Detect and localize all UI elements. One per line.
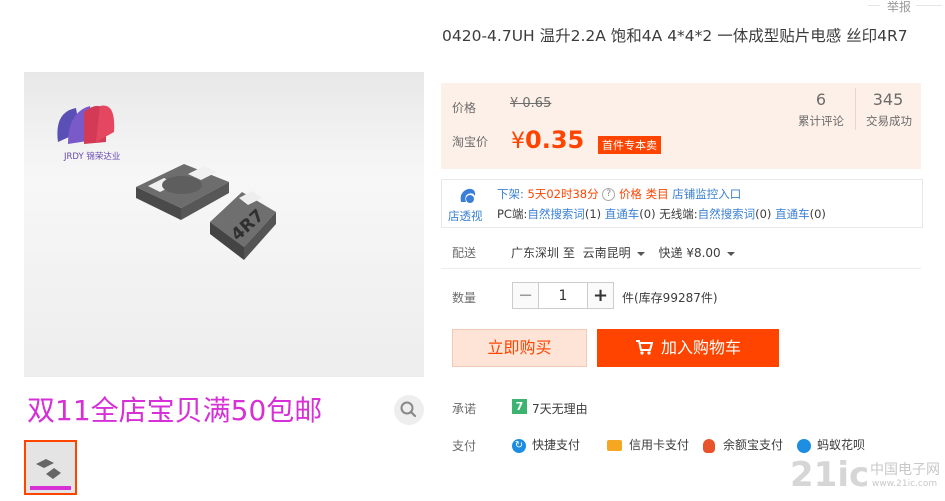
promise-label: 承诺 — [452, 402, 477, 416]
delist-time: 5天02时38分 — [527, 187, 599, 201]
watermark-logo: 21ic — [790, 455, 870, 495]
payment-credit-card[interactable]: 信用卡支付 — [607, 436, 689, 453]
taobao-price-label: 淘宝价 — [452, 135, 489, 149]
quick-pay-label: 快捷支付 — [532, 438, 581, 452]
quantity-input[interactable]: 1 — [539, 282, 587, 309]
insight-line-2: PC端:自然搜索词(1) 直通车(0) 无线端:自然搜索词(0) 直通车(0) — [497, 206, 826, 222]
inductor-left — [136, 164, 229, 220]
cart-icon — [635, 340, 654, 355]
pc-direct-link[interactable]: 直通车 — [605, 207, 640, 221]
watermark-url: www.21ic.com — [872, 479, 938, 489]
squirrel-icon — [460, 188, 476, 203]
promo-banner: 双11全店宝贝满50包邮 — [27, 394, 323, 427]
quick-pay-icon: ↻ — [512, 438, 526, 453]
review-count-label: 累计评论 — [798, 114, 844, 128]
zoom-button[interactable] — [394, 395, 424, 425]
wireless-natural-count: (0) — [755, 207, 772, 221]
wireless-label: 无线端: — [659, 207, 698, 221]
seven-day-return[interactable]: 7天无理由 — [532, 400, 588, 417]
ship-destination[interactable]: 云南昆明 — [583, 246, 645, 260]
quantity-decrease-button[interactable]: − — [512, 282, 539, 309]
section-divider — [441, 268, 921, 269]
quantity-label: 数量 — [452, 291, 477, 305]
shop-insight-label[interactable]: 店透视 — [448, 208, 483, 224]
quantity-increase-button[interactable]: + — [587, 282, 614, 309]
wireless-direct-count: (0) — [809, 207, 826, 221]
pc-direct-count: (0) — [639, 207, 656, 221]
review-count[interactable]: 6 — [808, 90, 834, 109]
shipping-method-text: 快递 ¥8.00 — [658, 246, 721, 260]
promo-price: ¥0.35 — [511, 126, 584, 154]
delivery-label: 配送 — [452, 246, 477, 260]
product-title: 0420-4.7UH 温升2.2A 饱和4A 4*4*2 一体成型贴片电感 丝印… — [442, 27, 908, 45]
pc-natural-search-link[interactable]: 自然搜索词 — [527, 207, 585, 221]
add-to-cart-label: 加入购物车 — [660, 338, 741, 357]
insight-category-link[interactable]: 类目 — [646, 187, 669, 201]
yuebao-label: 余额宝支付 — [723, 438, 784, 452]
sales-count[interactable]: 345 — [866, 90, 910, 109]
product-main-image[interactable]: JRDY 锦荣达业 4R7 — [24, 72, 424, 377]
first-item-badge: 首件专本卖 — [598, 136, 661, 154]
site-watermark: 21ic 中国电子网 www.21ic.com — [790, 447, 940, 497]
insight-line-1: 下架: 5天02时38分 ? 价格 类目 店铺监控入口 — [497, 186, 741, 202]
brand-text: JRDY 锦荣达业 — [63, 151, 120, 162]
watermark-cn: 中国电子网 — [870, 462, 940, 478]
inductor-right: 4R7 — [210, 191, 276, 260]
chevron-down-icon — [726, 251, 735, 256]
thumbnail-1[interactable] — [24, 440, 77, 495]
buy-now-button[interactable]: 立即购买 — [452, 329, 587, 367]
payment-yuebao[interactable]: 余额宝支付 — [703, 436, 783, 453]
report-link[interactable]: 举报 — [887, 0, 911, 15]
pc-natural-count: (1) — [584, 207, 602, 221]
magnifier-icon — [400, 401, 417, 418]
product-photo: JRDY 锦荣达业 4R7 — [57, 105, 276, 260]
header-divider-left — [868, 5, 880, 6]
seven-day-icon: 7 — [512, 399, 527, 414]
wireless-natural-search-link[interactable]: 自然搜索词 — [698, 207, 756, 221]
currency-symbol: ¥ — [511, 129, 525, 154]
delivery-info: 广东深圳 至 云南昆明 快递 ¥8.00 — [511, 244, 735, 261]
header-divider-right — [916, 5, 942, 6]
thumbnail-image — [26, 442, 75, 493]
stock-info: 件(库存99287件) — [622, 291, 718, 305]
stats-divider — [855, 88, 856, 130]
wireless-direct-link[interactable]: 直通车 — [775, 207, 810, 221]
ship-destination-text: 云南昆明 — [582, 246, 631, 260]
credit-card-label: 信用卡支付 — [629, 438, 690, 452]
payment-quick[interactable]: ↻ 快捷支付 — [512, 436, 580, 453]
payment-label: 支付 — [452, 439, 477, 453]
original-price: ¥ 0.65 — [510, 96, 552, 111]
shop-monitor-link[interactable]: 店铺监控入口 — [672, 187, 741, 201]
credit-card-icon — [607, 440, 622, 451]
delist-label: 下架: — [497, 187, 524, 201]
help-icon[interactable]: ? — [602, 188, 616, 201]
shipping-method[interactable]: 快递 ¥8.00 — [659, 246, 735, 260]
sales-count-label: 交易成功 — [866, 114, 912, 128]
add-to-cart-button[interactable]: 加入购物车 — [597, 329, 779, 367]
insight-price-link[interactable]: 价格 — [619, 187, 642, 201]
money-bag-icon — [703, 438, 715, 453]
brand-logo — [57, 105, 115, 144]
chevron-down-icon — [636, 251, 645, 256]
ship-from: 广东深圳 至 — [511, 246, 575, 260]
pc-label: PC端: — [497, 207, 528, 221]
promo-price-value: 0.35 — [525, 126, 585, 154]
price-label: 价格 — [452, 101, 477, 115]
